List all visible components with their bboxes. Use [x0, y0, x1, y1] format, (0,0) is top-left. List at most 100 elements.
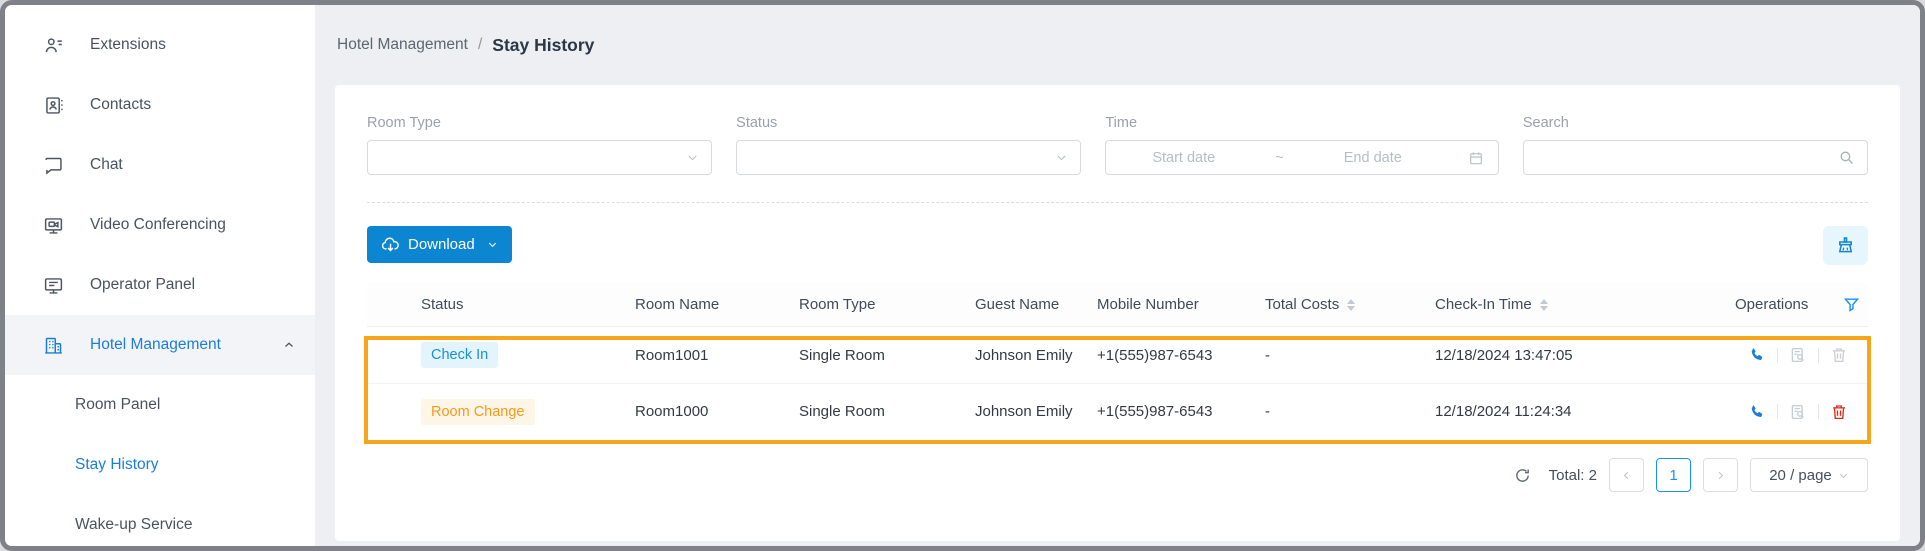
- chevron-down-icon: [1838, 470, 1849, 481]
- col-header-guest-name: Guest Name: [975, 296, 1097, 313]
- chevron-down-icon: [487, 239, 498, 250]
- chevron-left-icon: [1621, 470, 1632, 481]
- video-conferencing-icon: [43, 215, 64, 236]
- col-header-check-in-time[interactable]: Check-In Time: [1435, 296, 1735, 313]
- cell-mobile-number: +1(555)987-6543: [1097, 347, 1265, 364]
- filter-funnel-icon[interactable]: [1843, 296, 1860, 313]
- refresh-icon[interactable]: [1514, 467, 1531, 484]
- brush-clean-icon: [1835, 235, 1856, 256]
- cell-operations: [1735, 403, 1868, 421]
- clear-filters-button[interactable]: [1823, 226, 1868, 265]
- cell-room-type: Single Room: [799, 403, 975, 420]
- download-button[interactable]: Download: [367, 226, 512, 263]
- chevron-up-icon: [283, 339, 295, 351]
- filter-bar: Room Type Status: [367, 115, 1868, 175]
- status-select[interactable]: [736, 140, 1081, 175]
- sort-icon[interactable]: [1540, 299, 1548, 311]
- sidebar-item-label: Operator Panel: [90, 276, 195, 294]
- sidebar-item-video-conferencing[interactable]: Video Conferencing: [5, 195, 315, 255]
- next-page-button[interactable]: [1703, 458, 1738, 492]
- sidebar-item-label: Extensions: [90, 36, 166, 54]
- app-window: Extensions Contacts Chat Video Conferenc…: [0, 0, 1925, 551]
- total-count: Total: 2: [1549, 467, 1597, 484]
- call-icon[interactable]: [1748, 403, 1766, 421]
- hotel-management-icon: [43, 335, 64, 356]
- date-range-picker[interactable]: Start date ~ End date: [1105, 140, 1499, 175]
- prev-page-button[interactable]: [1609, 458, 1644, 492]
- sidebar-item-label: Chat: [90, 156, 123, 174]
- sidebar-item-operator-panel[interactable]: Operator Panel: [5, 255, 315, 315]
- page-size-select[interactable]: 20 / page: [1750, 458, 1868, 492]
- page-number-button[interactable]: 1: [1656, 458, 1691, 492]
- search-label: Search: [1523, 115, 1868, 131]
- filter-status: Status: [736, 115, 1081, 175]
- call-icon[interactable]: [1748, 346, 1766, 364]
- end-date-placeholder[interactable]: End date: [1344, 150, 1408, 166]
- sidebar-item-room-panel[interactable]: Room Panel: [5, 375, 315, 435]
- range-separator: ~: [1275, 150, 1283, 166]
- table-body: Check In Room1001 Single Room Johnson Em…: [367, 327, 1868, 439]
- cell-room-type: Single Room: [799, 347, 975, 364]
- chevron-down-icon: [686, 151, 699, 164]
- table-header-row: Status Room Name Room Type Guest Name Mo…: [367, 283, 1868, 327]
- search-input[interactable]: [1523, 140, 1868, 175]
- sidebar: Extensions Contacts Chat Video Conferenc…: [5, 5, 315, 546]
- view-record-icon: [1789, 403, 1807, 421]
- status-label: Status: [736, 115, 1081, 131]
- divider: [1818, 404, 1819, 419]
- sidebar-item-label: Room Panel: [75, 396, 160, 414]
- stay-history-table: Status Room Name Room Type Guest Name Mo…: [367, 283, 1868, 439]
- col-header-operations: Operations: [1735, 296, 1868, 313]
- sidebar-item-wake-up-service[interactable]: Wake-up Service: [5, 495, 315, 551]
- extensions-icon: [43, 35, 64, 56]
- col-header-room-name: Room Name: [635, 296, 799, 313]
- page-title: Stay History: [492, 35, 594, 56]
- col-header-mobile-number: Mobile Number: [1097, 296, 1265, 313]
- status-badge: Check In: [421, 342, 498, 368]
- calendar-icon: [1468, 150, 1484, 166]
- sidebar-item-label: Contacts: [90, 96, 151, 114]
- breadcrumb-parent[interactable]: Hotel Management: [337, 36, 468, 54]
- time-label: Time: [1105, 115, 1499, 131]
- view-record-icon: [1789, 346, 1807, 364]
- divider: [1818, 348, 1819, 363]
- page-size-value: 20 / page: [1769, 467, 1832, 484]
- main-content: Hotel Management / Stay History Room Typ…: [315, 5, 1920, 546]
- sidebar-item-hotel-management[interactable]: Hotel Management: [5, 315, 315, 375]
- cell-guest-name: Johnson Emily: [975, 347, 1097, 364]
- sidebar-item-extensions[interactable]: Extensions: [5, 15, 315, 75]
- chevron-down-icon: [1055, 151, 1068, 164]
- start-date-placeholder[interactable]: Start date: [1120, 150, 1215, 166]
- sidebar-item-label: Video Conferencing: [90, 216, 226, 234]
- pagination: Total: 2 1 20 / page: [367, 458, 1868, 492]
- cell-check-in-time: 12/18/2024 11:24:34: [1435, 403, 1735, 420]
- sidebar-item-label: Stay History: [75, 456, 159, 474]
- col-header-total-costs[interactable]: Total Costs: [1265, 296, 1435, 313]
- sidebar-item-stay-history[interactable]: Stay History: [5, 435, 315, 495]
- cell-room-name: Room1001: [635, 347, 799, 364]
- contacts-icon: [43, 95, 64, 116]
- filter-room-type: Room Type: [367, 115, 712, 175]
- delete-icon[interactable]: [1830, 403, 1848, 421]
- filter-search: Search: [1523, 115, 1868, 175]
- sidebar-item-label: Hotel Management: [90, 336, 221, 354]
- cell-total-costs: -: [1265, 403, 1435, 420]
- chevron-right-icon: [1715, 470, 1726, 481]
- divider: [1777, 404, 1778, 419]
- filter-time: Time Start date ~ End date: [1105, 115, 1499, 175]
- sort-icon[interactable]: [1347, 299, 1355, 311]
- cell-operations: [1735, 346, 1868, 364]
- sidebar-item-chat[interactable]: Chat: [5, 135, 315, 195]
- table-row[interactable]: Check In Room1001 Single Room Johnson Em…: [367, 327, 1868, 383]
- table-row[interactable]: Room Change Room1000 Single Room Johnson…: [367, 383, 1868, 439]
- col-header-status: Status: [367, 296, 635, 313]
- breadcrumb: Hotel Management / Stay History: [335, 5, 1900, 85]
- room-type-label: Room Type: [367, 115, 712, 131]
- room-type-select[interactable]: [367, 140, 712, 175]
- table-toolbar: Download: [367, 226, 1868, 265]
- search-icon: [1838, 149, 1855, 166]
- cell-check-in-time: 12/18/2024 13:47:05: [1435, 347, 1735, 364]
- sidebar-item-contacts[interactable]: Contacts: [5, 75, 315, 135]
- delete-icon: [1830, 346, 1848, 364]
- chat-icon: [43, 155, 64, 176]
